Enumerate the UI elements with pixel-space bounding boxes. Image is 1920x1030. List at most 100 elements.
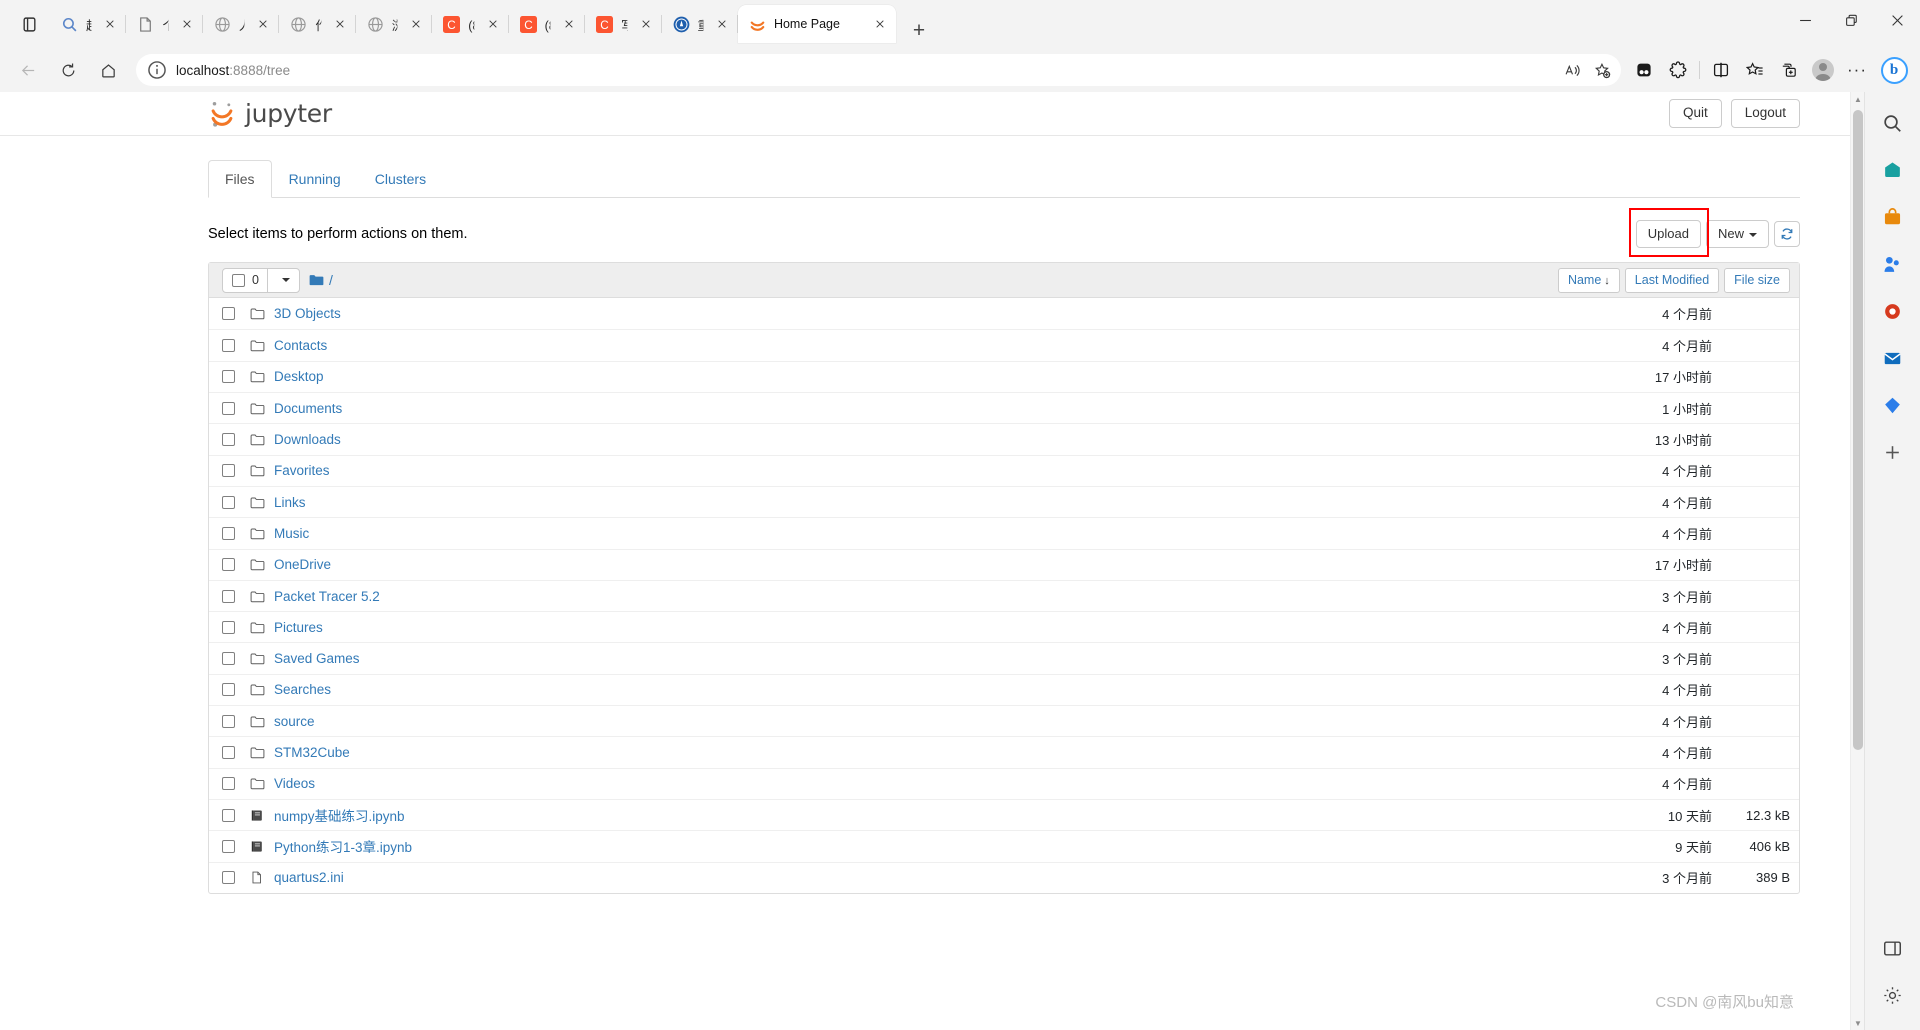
browser-tab[interactable]: 重庆交通大学 [662,5,738,43]
home-icon[interactable] [90,54,126,86]
row-name-link[interactable]: 3D Objects [274,306,1592,321]
breadcrumb-root[interactable]: / [329,272,333,288]
scroll-down-arrow-icon[interactable]: ▼ [1851,1016,1864,1030]
table-row[interactable]: Downloads 13 小时前 [209,423,1799,454]
row-checkbox[interactable] [222,839,235,853]
table-row[interactable]: 3D Objects 4 个月前 [209,298,1799,329]
sidebar-shopping-bag-icon[interactable] [1874,198,1912,236]
row-name-link[interactable]: Contacts [274,338,1592,353]
close-icon[interactable] [253,14,273,34]
row-name-link[interactable]: Packet Tracer 5.2 [274,589,1592,604]
table-row[interactable]: STM32Cube 4 个月前 [209,736,1799,767]
row-checkbox[interactable] [222,495,235,509]
back-arrow-icon[interactable] [10,54,46,86]
sidebar-games-icon[interactable] [1874,245,1912,283]
sidebar-search-icon[interactable] [1874,104,1912,142]
row-checkbox[interactable] [222,808,235,822]
more-icon[interactable]: ··· [1840,54,1874,86]
sidebar-office-icon[interactable] [1874,292,1912,330]
sidebar-settings-icon[interactable] [1874,976,1912,1014]
browser-tab[interactable]: C (89条消息) [509,5,586,43]
sidebar-split-pane-icon[interactable] [1874,929,1912,967]
tab-search-icon[interactable] [8,0,50,48]
table-row[interactable]: Documents 1 小时前 [209,392,1799,423]
sidebar-drop-icon[interactable] [1874,386,1912,424]
read-aloud-icon[interactable] [1557,56,1587,84]
select-all-control[interactable]: 0 [222,267,300,293]
row-checkbox[interactable] [222,401,235,415]
browser-tab[interactable]: C 写文章-CSDN [585,5,662,43]
close-icon[interactable] [1874,0,1920,40]
sort-by-file-size-button[interactable]: File size [1724,267,1790,293]
table-row[interactable]: Desktop 17 小时前 [209,360,1799,392]
row-checkbox[interactable] [222,307,235,321]
row-name-link[interactable]: Python练习1-3章.ipynb [274,836,1592,856]
profile-icon[interactable] [1806,54,1840,86]
sidebar-outlook-icon[interactable] [1874,339,1912,377]
reload-icon[interactable] [50,54,86,86]
select-all-checkbox-wrap[interactable]: 0 [223,273,267,287]
table-row[interactable]: Python练习1-3章.ipynb 9 天前 406 kB [209,830,1799,861]
tab-files[interactable]: Files [208,160,272,199]
row-checkbox[interactable] [222,683,235,697]
page-scrollbar[interactable]: ▲ ▼ [1850,92,1864,1030]
add-tab-group-icon[interactable] [1772,54,1806,86]
url-text[interactable]: localhost:8888/tree [168,63,1557,78]
sort-by-last-modified-button[interactable]: Last Modified [1624,267,1720,293]
table-row[interactable]: Favorites 4 个月前 [209,454,1799,486]
browser-tab[interactable]: 人工智能与机 [203,5,280,43]
tab-clusters[interactable]: Clusters [358,160,443,198]
row-checkbox[interactable] [222,526,235,540]
sidebar-add-icon[interactable] [1874,433,1912,471]
table-row[interactable]: quartus2.ini 3 个月前 389 B [209,861,1799,893]
row-checkbox[interactable] [222,464,235,478]
row-name-link[interactable]: Downloads [274,432,1592,447]
row-checkbox[interactable] [222,558,235,572]
minimize-icon[interactable] [1782,0,1828,40]
table-row[interactable]: Links 4 个月前 [209,485,1799,517]
collections-icon[interactable] [1627,54,1661,86]
address-bar[interactable]: localhost:8888/tree [136,54,1621,86]
table-row[interactable]: Contacts 4 个月前 [209,329,1799,360]
table-row[interactable]: source 4 个月前 [209,705,1799,736]
sidebar-shopping-icon[interactable] [1874,151,1912,189]
browser-tab[interactable]: Home Page [737,5,896,43]
select-all-checkbox[interactable] [232,273,245,287]
tab-running[interactable]: Running [272,160,358,198]
table-row[interactable]: Saved Games 3 个月前 [209,642,1799,673]
favorites-list-icon[interactable] [1738,54,1772,86]
browser-tab[interactable]: 个人空间 [126,5,203,43]
row-checkbox[interactable] [222,589,235,603]
close-icon[interactable] [870,14,890,34]
new-tab-button[interactable]: + [902,14,936,48]
table-row[interactable]: numpy基础练习.ipynb 10 天前 12.3 kB [209,798,1799,830]
row-name-link[interactable]: Documents [274,401,1592,416]
browser-tab[interactable]: C (89条消息) [432,5,509,43]
table-row[interactable]: OneDrive 17 小时前 [209,548,1799,580]
add-favorite-icon[interactable] [1587,56,1617,84]
close-icon[interactable] [559,14,579,34]
close-icon[interactable] [177,14,197,34]
scrollbar-thumb[interactable] [1853,110,1863,750]
info-icon[interactable] [146,59,168,81]
breadcrumb[interactable]: / [309,272,333,288]
sort-by-name-button[interactable]: Name ↓ [1557,267,1620,293]
row-name-link[interactable]: numpy基础练习.ipynb [274,805,1592,825]
table-row[interactable]: Videos 4 个月前 [209,767,1799,799]
row-name-link[interactable]: Saved Games [274,651,1592,666]
select-all-dropdown[interactable] [268,278,299,283]
close-icon[interactable] [100,14,120,34]
extensions-icon[interactable] [1661,54,1695,86]
close-icon[interactable] [330,14,350,34]
bing-copilot-icon[interactable]: b [1874,51,1914,89]
split-screen-icon[interactable] [1704,54,1738,86]
close-icon[interactable] [636,14,656,34]
browser-tab[interactable]: 浏览 [356,5,433,43]
row-name-link[interactable]: quartus2.ini [274,870,1592,885]
row-name-link[interactable]: source [274,714,1592,729]
new-dropdown-button[interactable]: New [1705,220,1769,248]
row-checkbox[interactable] [222,777,235,791]
row-name-link[interactable]: Music [274,526,1592,541]
row-checkbox[interactable] [222,433,235,447]
row-checkbox[interactable] [222,714,235,728]
